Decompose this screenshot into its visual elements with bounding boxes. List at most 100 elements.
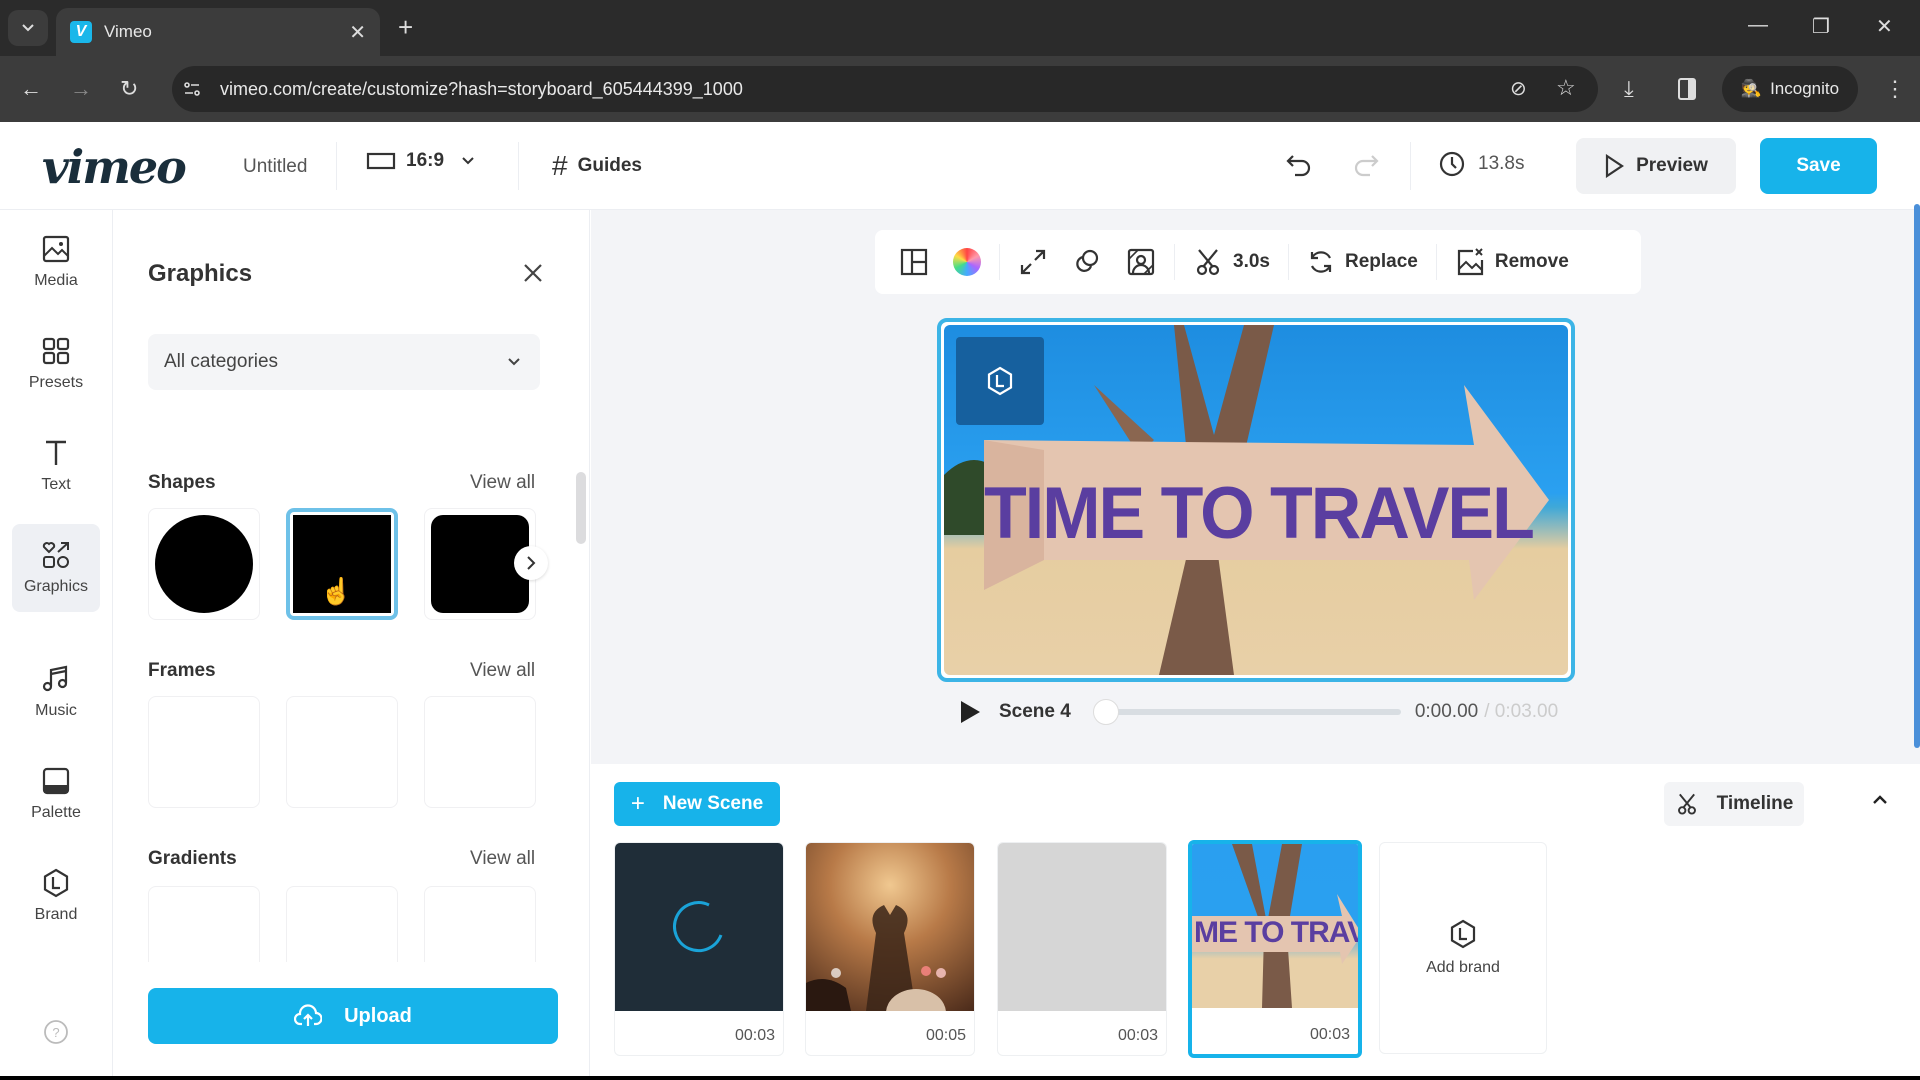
brand-logo-placeholder[interactable] bbox=[956, 337, 1044, 425]
restore-icon[interactable]: ❐ bbox=[1812, 14, 1830, 39]
divider bbox=[336, 142, 337, 190]
remove-button[interactable]: Remove bbox=[1443, 238, 1581, 286]
sidebar-item-palette[interactable]: Palette bbox=[12, 750, 100, 838]
scene-card-selected[interactable]: ME TO TRAVEL 00:03 bbox=[1188, 840, 1362, 1058]
minimize-icon[interactable]: — bbox=[1748, 14, 1768, 37]
undo-icon[interactable] bbox=[1285, 150, 1313, 178]
remove-label: Remove bbox=[1494, 251, 1569, 272]
trim-button[interactable]: 3.0s bbox=[1181, 238, 1282, 286]
incognito-label: Incognito bbox=[1770, 79, 1840, 98]
eye-off-icon[interactable]: ⊘ bbox=[1510, 76, 1527, 101]
play-icon[interactable] bbox=[959, 700, 981, 724]
scene-canvas[interactable]: TIME TO TRAVEL bbox=[937, 318, 1575, 682]
divider bbox=[518, 142, 519, 190]
browser-tab[interactable]: V Vimeo ✕ bbox=[56, 8, 380, 56]
more-menu-icon[interactable]: ⋮ bbox=[1884, 76, 1906, 102]
incognito-indicator[interactable]: 🕵 Incognito bbox=[1722, 66, 1858, 112]
chevron-down-icon bbox=[508, 358, 520, 366]
graphics-panel: Graphics All categories Shapes View all … bbox=[114, 210, 590, 1076]
sidebar-item-music[interactable]: Music bbox=[12, 648, 100, 736]
frames-view-all-link[interactable]: View all bbox=[470, 660, 535, 682]
scrubber-handle[interactable] bbox=[1092, 699, 1119, 725]
sidebar-item-brand[interactable]: Brand bbox=[12, 852, 100, 940]
tools-sidebar: Media Presets Text Graphics Music Palett… bbox=[0, 210, 113, 1076]
page-scrollbar[interactable] bbox=[1914, 204, 1920, 748]
shapes-view-all-link[interactable]: View all bbox=[470, 472, 535, 494]
duplicate-button[interactable] bbox=[1060, 238, 1114, 286]
layout-button[interactable] bbox=[887, 238, 941, 286]
palette-icon bbox=[42, 767, 70, 795]
scene-image: TIME TO TRAVEL bbox=[944, 325, 1568, 675]
upload-button[interactable]: Upload bbox=[148, 988, 558, 1044]
frame-tile[interactable] bbox=[424, 696, 536, 808]
shape-circle-tile[interactable] bbox=[148, 508, 260, 620]
replace-button[interactable]: Replace bbox=[1295, 238, 1430, 286]
new-tab-button[interactable]: + bbox=[398, 12, 413, 43]
divider bbox=[1174, 244, 1175, 280]
preview-button[interactable]: Preview bbox=[1576, 138, 1736, 194]
focus-button[interactable] bbox=[1114, 238, 1168, 286]
close-icon[interactable] bbox=[522, 262, 544, 284]
add-brand-card[interactable]: Add brand bbox=[1379, 842, 1547, 1054]
chevron-down-icon bbox=[22, 24, 34, 32]
site-settings-icon[interactable] bbox=[182, 79, 202, 99]
shapes-next-button[interactable] bbox=[514, 546, 548, 580]
sidebar-item-presets[interactable]: Presets bbox=[12, 320, 100, 408]
download-icon[interactable]: ⤓ bbox=[1624, 76, 1634, 102]
scene-card[interactable]: 00:03 bbox=[997, 842, 1167, 1056]
document-title[interactable]: Untitled bbox=[243, 156, 307, 178]
sidebar-item-media[interactable]: Media bbox=[12, 218, 100, 306]
storyboard: + New Scene Timeline 00:03 00:05 00:03 M… bbox=[591, 764, 1920, 1076]
aspect-ratio-icon bbox=[366, 152, 396, 170]
star-icon[interactable]: ☆ bbox=[1556, 75, 1576, 101]
sidebar-item-graphics[interactable]: Graphics bbox=[12, 524, 100, 612]
image-icon bbox=[42, 235, 70, 263]
aspect-ratio-dropdown[interactable]: 16:9 bbox=[366, 150, 476, 172]
expand-button[interactable] bbox=[1006, 238, 1060, 286]
scrubber-track[interactable] bbox=[1092, 699, 1401, 725]
panel-scrollbar[interactable] bbox=[576, 472, 586, 544]
scene-thumbnail bbox=[615, 843, 783, 1011]
forward-icon[interactable]: → bbox=[70, 76, 92, 102]
reload-icon[interactable]: ↻ bbox=[120, 76, 138, 102]
sidebar-item-text[interactable]: Text bbox=[12, 422, 100, 510]
shape-square-tile[interactable]: ☝ bbox=[286, 508, 398, 620]
browser-toolbar: ← → ↻ vimeo.com/create/customize?hash=st… bbox=[0, 56, 1920, 122]
scene-card[interactable]: 00:05 bbox=[805, 842, 975, 1056]
frame-tile[interactable] bbox=[148, 696, 260, 808]
section-title-shapes: Shapes bbox=[148, 472, 216, 493]
scene-card[interactable]: 00:03 bbox=[614, 842, 784, 1056]
save-button[interactable]: Save bbox=[1760, 138, 1877, 194]
vimeo-logo[interactable]: vimeo bbox=[42, 140, 187, 194]
guides-toggle[interactable]: # Guides bbox=[552, 150, 642, 182]
category-select-value: All categories bbox=[164, 351, 279, 372]
canvas-text[interactable]: TIME TO TRAVEL bbox=[984, 471, 1535, 555]
close-tab-icon[interactable]: ✕ bbox=[349, 20, 366, 45]
scene-duration: 00:03 bbox=[734, 1027, 775, 1044]
side-panel-icon[interactable] bbox=[1678, 78, 1696, 100]
gradient-tile[interactable] bbox=[286, 886, 398, 962]
category-select[interactable]: All categories bbox=[148, 334, 540, 390]
gradients-view-all-link[interactable]: View all bbox=[470, 848, 535, 870]
tab-title: Vimeo bbox=[104, 22, 152, 41]
total-duration: 13.8s bbox=[1438, 150, 1524, 178]
overlap-circles-icon bbox=[1076, 249, 1099, 272]
back-icon[interactable]: ← bbox=[20, 76, 42, 102]
divider bbox=[1410, 142, 1411, 190]
frame-tile[interactable] bbox=[286, 696, 398, 808]
tab-search-button[interactable] bbox=[8, 10, 48, 46]
redo-icon[interactable] bbox=[1352, 150, 1380, 178]
timeline-button[interactable]: Timeline bbox=[1664, 782, 1804, 826]
replace-label: Replace bbox=[1344, 251, 1418, 272]
gradient-tile[interactable] bbox=[424, 886, 536, 962]
close-window-icon[interactable]: ✕ bbox=[1876, 14, 1893, 39]
expand-icon bbox=[1020, 249, 1046, 275]
browser-tab-bar: V Vimeo ✕ + — ❐ ✕ bbox=[0, 0, 1920, 56]
address-bar[interactable]: vimeo.com/create/customize?hash=storyboa… bbox=[172, 66, 1598, 112]
color-button[interactable] bbox=[941, 238, 993, 286]
help-icon[interactable]: ? bbox=[42, 1018, 70, 1046]
new-scene-button[interactable]: + New Scene bbox=[614, 782, 780, 826]
brand-icon bbox=[43, 868, 69, 898]
gradient-tile[interactable] bbox=[148, 886, 260, 962]
chevron-up-icon[interactable] bbox=[1871, 794, 1889, 806]
